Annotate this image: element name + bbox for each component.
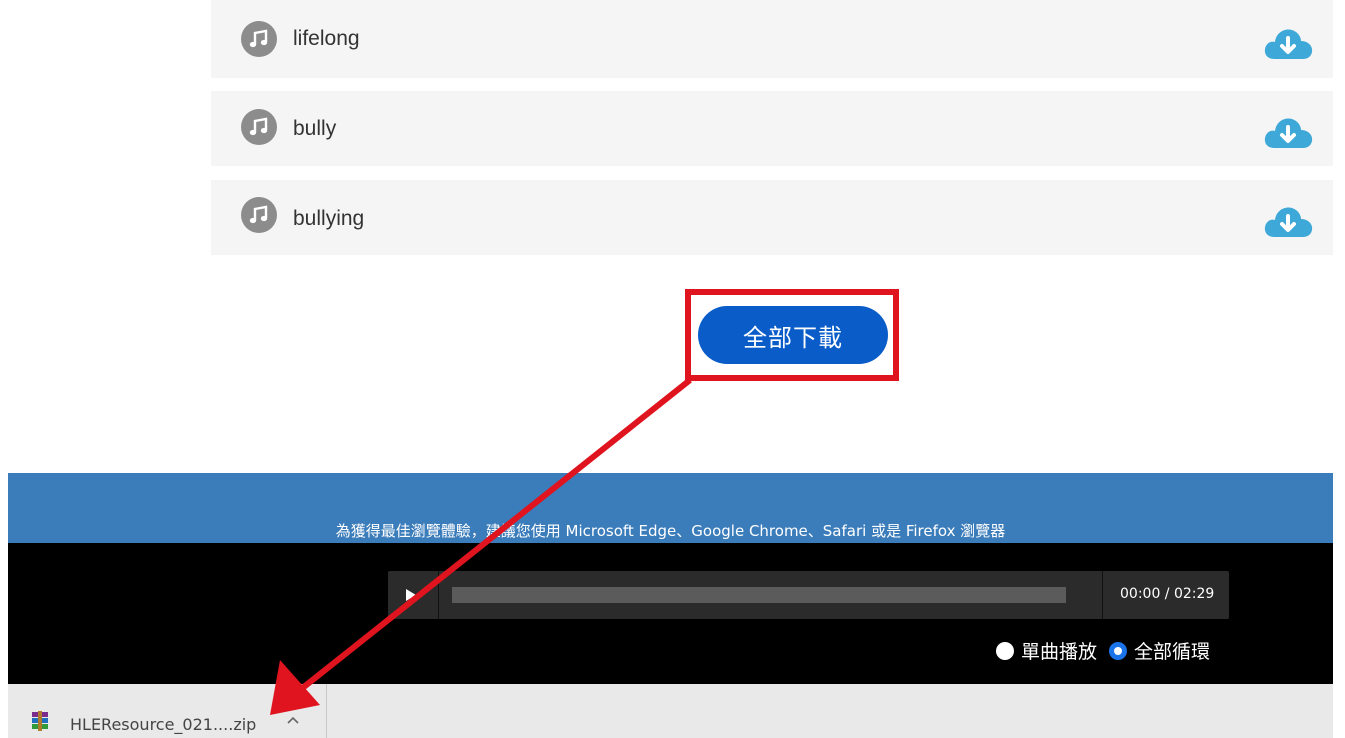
music-note-icon	[241, 109, 277, 145]
download-item[interactable]: HLEResource_021....zip	[8, 684, 327, 738]
downloads-bar: HLEResource_021....zip	[8, 684, 1333, 738]
chevron-up-icon[interactable]	[286, 715, 300, 725]
time-display: 00:00 / 02:29	[1120, 586, 1215, 602]
track-row: lifelong	[211, 0, 1333, 78]
play-button[interactable]	[388, 571, 439, 619]
mode-loop-all-label: 全部循環	[1133, 641, 1210, 663]
divider	[1102, 571, 1103, 619]
cloud-download-icon[interactable]	[1263, 202, 1313, 240]
winrar-archive-icon	[32, 711, 48, 731]
cloud-download-icon[interactable]	[1263, 24, 1313, 62]
footer-banner: 為獲得最佳瀏覽體驗，建議您使用 Microsoft Edge、Google Ch…	[8, 473, 1333, 543]
mode-loop-all[interactable]: 全部循環	[1108, 637, 1210, 664]
mode-single[interactable]: 單曲播放	[995, 637, 1097, 664]
track-title: lifelong	[293, 27, 360, 50]
cloud-download-icon[interactable]	[1263, 113, 1313, 151]
audio-player: 00:00 / 02:29	[388, 571, 1229, 619]
mode-single-label: 單曲播放	[1020, 641, 1097, 663]
music-note-icon	[241, 197, 277, 233]
track-row: bullying	[211, 180, 1333, 255]
radio-single[interactable]	[995, 641, 1014, 660]
browser-recommendation: 為獲得最佳瀏覽體驗，建議您使用 Microsoft Edge、Google Ch…	[335, 522, 1006, 540]
radio-loop-all[interactable]	[1108, 641, 1127, 660]
download-filename: HLEResource_021....zip	[70, 715, 257, 734]
play-mode-selector: 單曲播放 全部循環	[995, 637, 1210, 664]
download-all-button[interactable]: 全部下載	[698, 306, 888, 364]
track-title: bully	[293, 117, 337, 140]
track-title: bullying	[293, 207, 365, 230]
play-icon	[406, 589, 416, 601]
music-note-icon	[241, 21, 277, 57]
track-row: bully	[211, 91, 1333, 166]
progress-bar[interactable]	[452, 587, 1066, 603]
audio-player-area: 00:00 / 02:29 單曲播放 全部循環	[8, 543, 1333, 684]
